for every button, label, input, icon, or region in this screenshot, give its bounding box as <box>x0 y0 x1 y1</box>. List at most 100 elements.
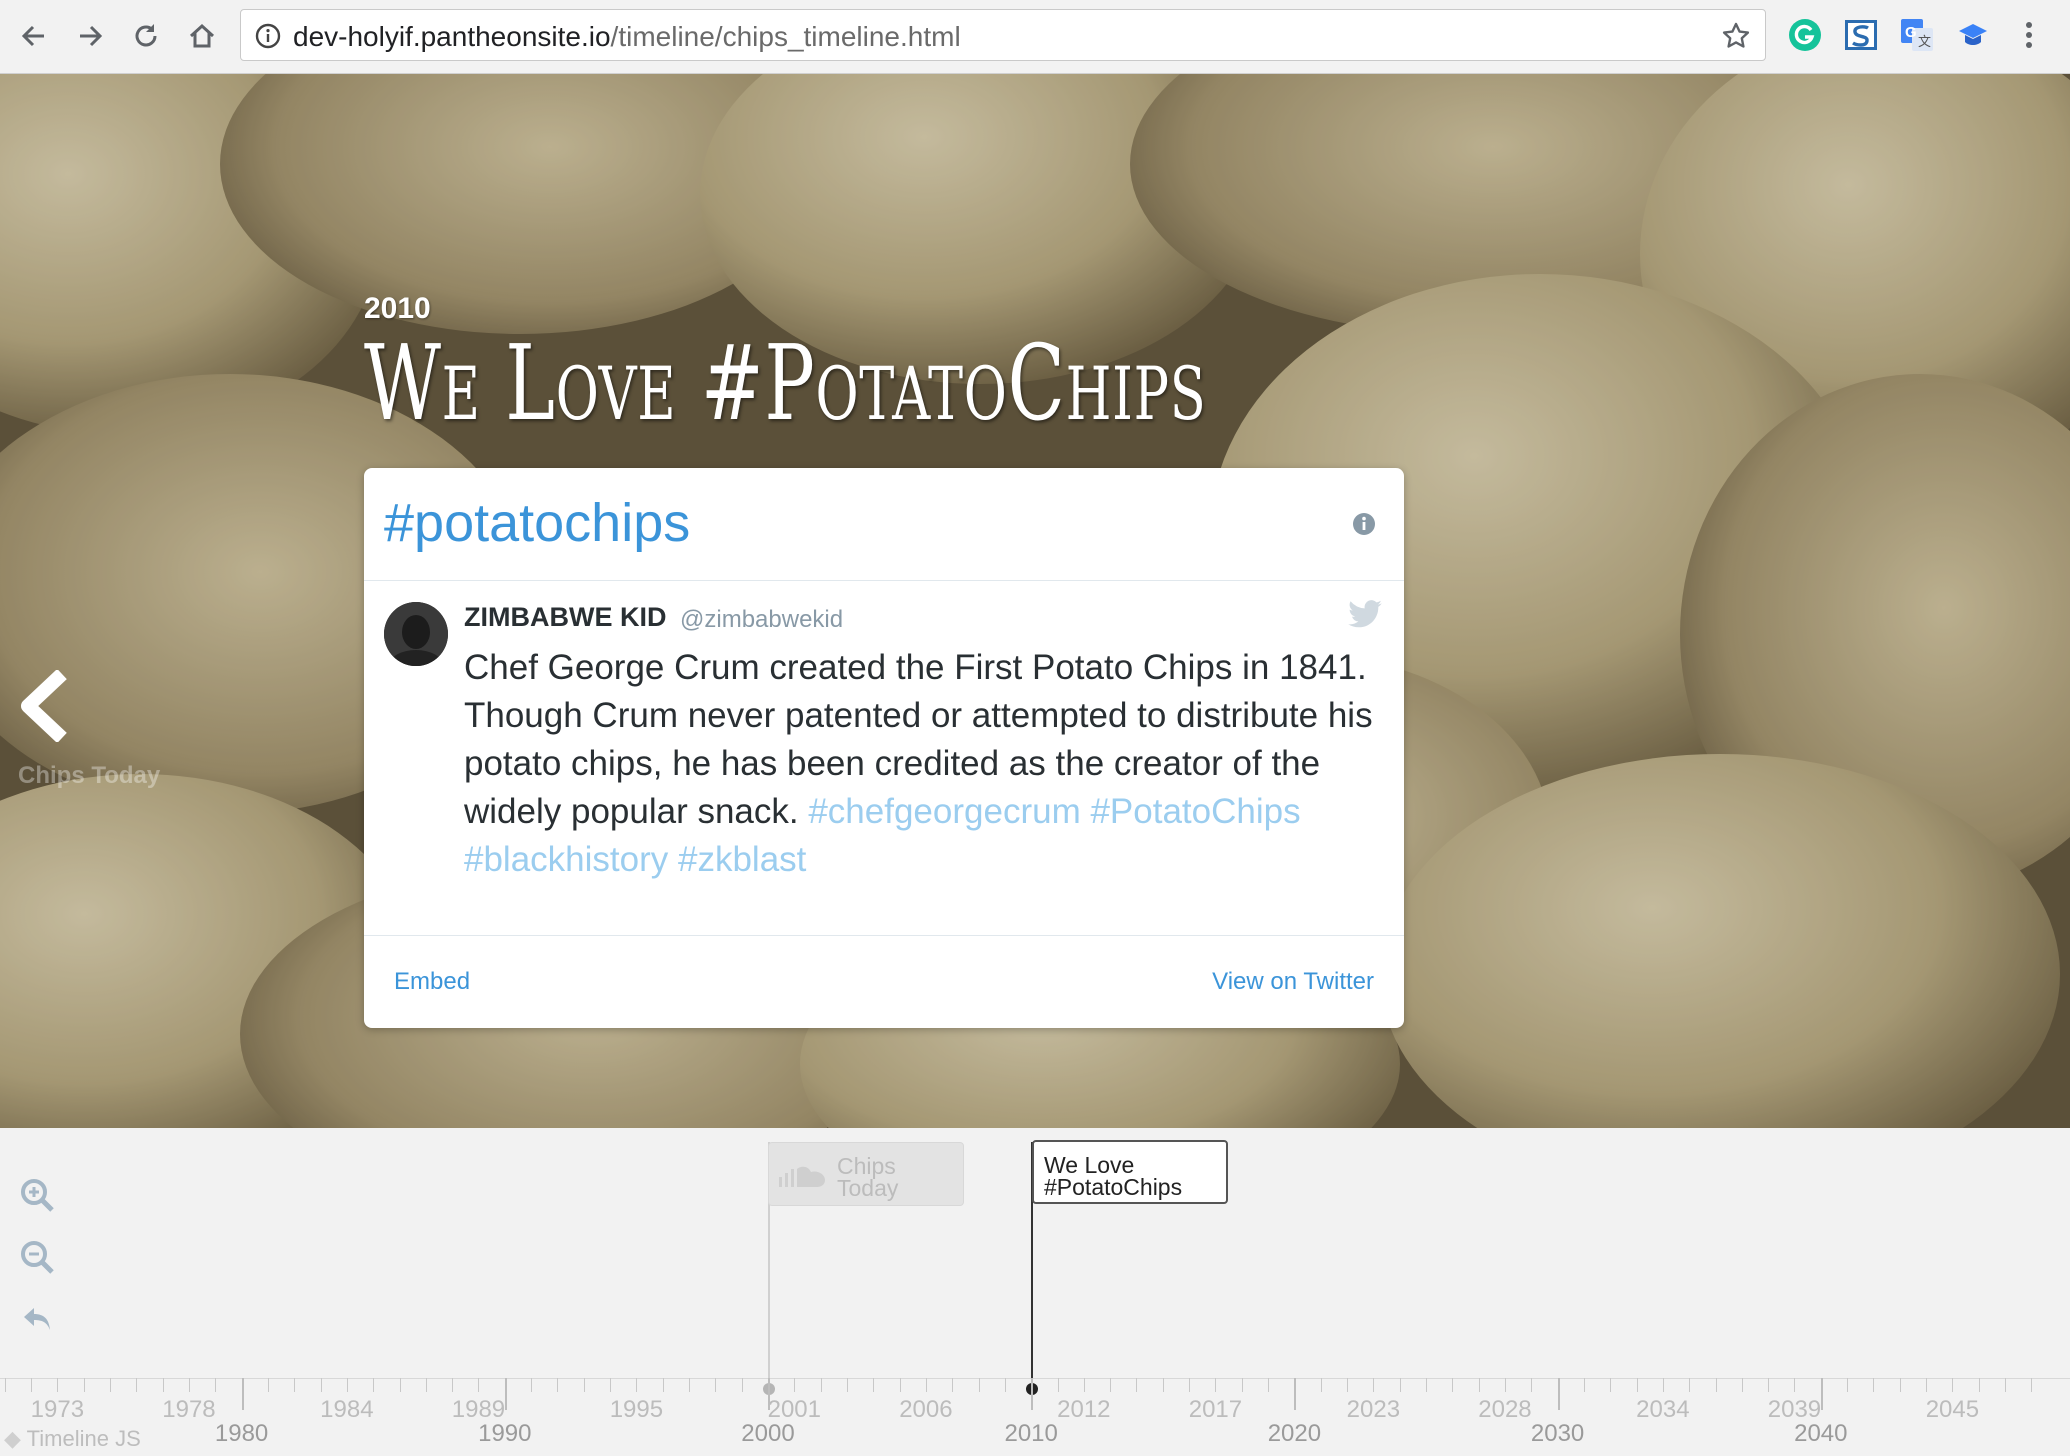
timeline-marker-we-love-potatochips[interactable]: We Love #PotatoChips <box>1032 1140 1228 1204</box>
url-path: /timeline/chips_timeline.html <box>610 21 961 52</box>
timeline-marker-chips-today[interactable]: Chips Today <box>768 1142 964 1206</box>
back-button[interactable] <box>12 14 56 58</box>
decade-tick <box>241 1378 244 1410</box>
year-tick <box>1583 1378 1585 1392</box>
year-tick <box>741 1378 743 1392</box>
avatar[interactable] <box>384 602 448 666</box>
svg-text:G: G <box>1905 24 1917 41</box>
year-tick <box>1057 1378 1059 1392</box>
timelinejs-attribution[interactable]: ◆ Timeline JS <box>4 1426 141 1452</box>
decade-tick <box>768 1378 770 1410</box>
year-tick <box>583 1378 585 1392</box>
previous-slide-button[interactable]: Chips Today <box>14 670 164 800</box>
zoom-out-button[interactable] <box>18 1238 62 1282</box>
grammarly-extension[interactable] <box>1786 16 1824 54</box>
year-tick <box>1189 1378 1191 1392</box>
soundcloud-icon <box>779 1166 825 1187</box>
s-extension[interactable] <box>1842 16 1880 54</box>
slide-title: We Love #PotatoChips <box>364 322 1207 444</box>
zoom-in-button[interactable] <box>18 1176 62 1220</box>
minor-year-label: 2045 <box>1925 1396 1980 1423</box>
twitter-bird-icon[interactable] <box>1348 600 1382 628</box>
year-tick <box>1478 1378 1480 1392</box>
year-tick <box>846 1378 848 1392</box>
profile-photo <box>384 602 448 666</box>
translate-extension[interactable]: G 文 <box>1898 16 1936 54</box>
year-tick <box>1215 1378 1217 1392</box>
year-tick <box>294 1378 296 1392</box>
tweet-author-name[interactable]: ZIMBABWE KID <box>464 602 666 633</box>
year-tick <box>899 1378 901 1392</box>
decade-label: 2030 <box>1530 1420 1585 1447</box>
year-tick <box>1794 1378 1796 1392</box>
year-tick <box>1083 1378 1085 1392</box>
marker-label-chips-today: Chips Today <box>837 1153 899 1201</box>
decade-tick <box>1031 1378 1034 1410</box>
year-tick <box>662 1378 664 1392</box>
year-tick <box>1926 1378 1928 1392</box>
year-tick <box>1162 1378 1164 1392</box>
decade-tick <box>504 1378 507 1410</box>
back-arrow-icon <box>21 25 44 47</box>
decade-tick <box>1557 1378 1560 1410</box>
year-tick <box>1715 1378 1717 1392</box>
timelinejs-logo-icon: ◆ <box>4 1426 21 1451</box>
translate-icon: G 文 <box>1901 19 1933 51</box>
year-tick <box>1978 1378 1980 1392</box>
svg-text:文: 文 <box>1918 34 1931 49</box>
undo-icon <box>24 1308 50 1330</box>
year-tick <box>1399 1378 1401 1392</box>
cap-extension[interactable] <box>1954 16 1992 54</box>
timeline-axis: 1973 1978 1984 1989 1995 2001 2006 2012 2017 2023… <box>0 1378 2070 1456</box>
embed-link[interactable]: Embed <box>394 968 470 996</box>
reload-icon <box>135 24 157 47</box>
year-tick <box>57 1378 59 1392</box>
year-tick <box>4 1378 6 1392</box>
cap-extension-icon <box>1959 24 1987 45</box>
decade-tick <box>1820 1378 1823 1410</box>
forward-button[interactable] <box>68 14 112 58</box>
year-tick <box>2005 1378 2007 1392</box>
year-tick <box>452 1378 454 1392</box>
bookmark-star-icon[interactable] <box>1721 21 1751 51</box>
info-icon[interactable] <box>1352 512 1376 536</box>
browser-menu-button[interactable] <box>2010 16 2048 54</box>
tweet-author-handle[interactable]: @zimbabwekid <box>680 606 843 634</box>
slide-date: 2010 <box>364 292 431 325</box>
zoom-in-icon <box>21 1179 54 1212</box>
home-button[interactable] <box>180 14 224 58</box>
view-on-twitter-link[interactable]: View on Twitter <box>1212 968 1374 996</box>
year-tick <box>2031 1378 2033 1392</box>
year-tick <box>1320 1378 1322 1392</box>
year-tick <box>715 1378 717 1392</box>
tweet-card-footer: Embed View on Twitter <box>364 935 1404 1028</box>
year-tick <box>1531 1378 1533 1392</box>
decade-label: 2010 <box>1004 1420 1058 1447</box>
tweet-hashtag-header[interactable]: #potatochips <box>384 492 690 554</box>
year-tick <box>952 1378 954 1392</box>
year-tick <box>1110 1378 1112 1392</box>
reload-button[interactable] <box>124 14 168 58</box>
decade-label: 1990 <box>478 1420 532 1447</box>
decade-tick <box>1294 1378 1297 1410</box>
year-tick <box>1004 1378 1006 1392</box>
year-tick <box>136 1378 138 1392</box>
browser-toolbar: dev-holyif.pantheonsite.io/timeline/chip… <box>0 0 2070 74</box>
s-extension-icon <box>1845 20 1877 50</box>
year-tick <box>794 1378 796 1392</box>
year-tick <box>1268 1378 1270 1392</box>
tweet-text: Chef George Crum created the First Potat… <box>464 644 1384 884</box>
year-tick <box>820 1378 822 1392</box>
back-to-start-button[interactable] <box>18 1300 62 1344</box>
year-tick <box>1426 1378 1427 1392</box>
year-tick <box>531 1378 533 1392</box>
year-tick <box>1662 1378 1664 1392</box>
year-tick <box>1610 1378 1612 1392</box>
home-icon <box>189 23 215 48</box>
address-bar[interactable]: dev-holyif.pantheonsite.io/timeline/chip… <box>240 9 1766 61</box>
year-tick <box>346 1378 348 1392</box>
year-tick <box>1347 1378 1349 1392</box>
year-tick <box>215 1378 217 1392</box>
year-tick <box>373 1378 375 1392</box>
info-circle-icon[interactable] <box>255 23 281 49</box>
